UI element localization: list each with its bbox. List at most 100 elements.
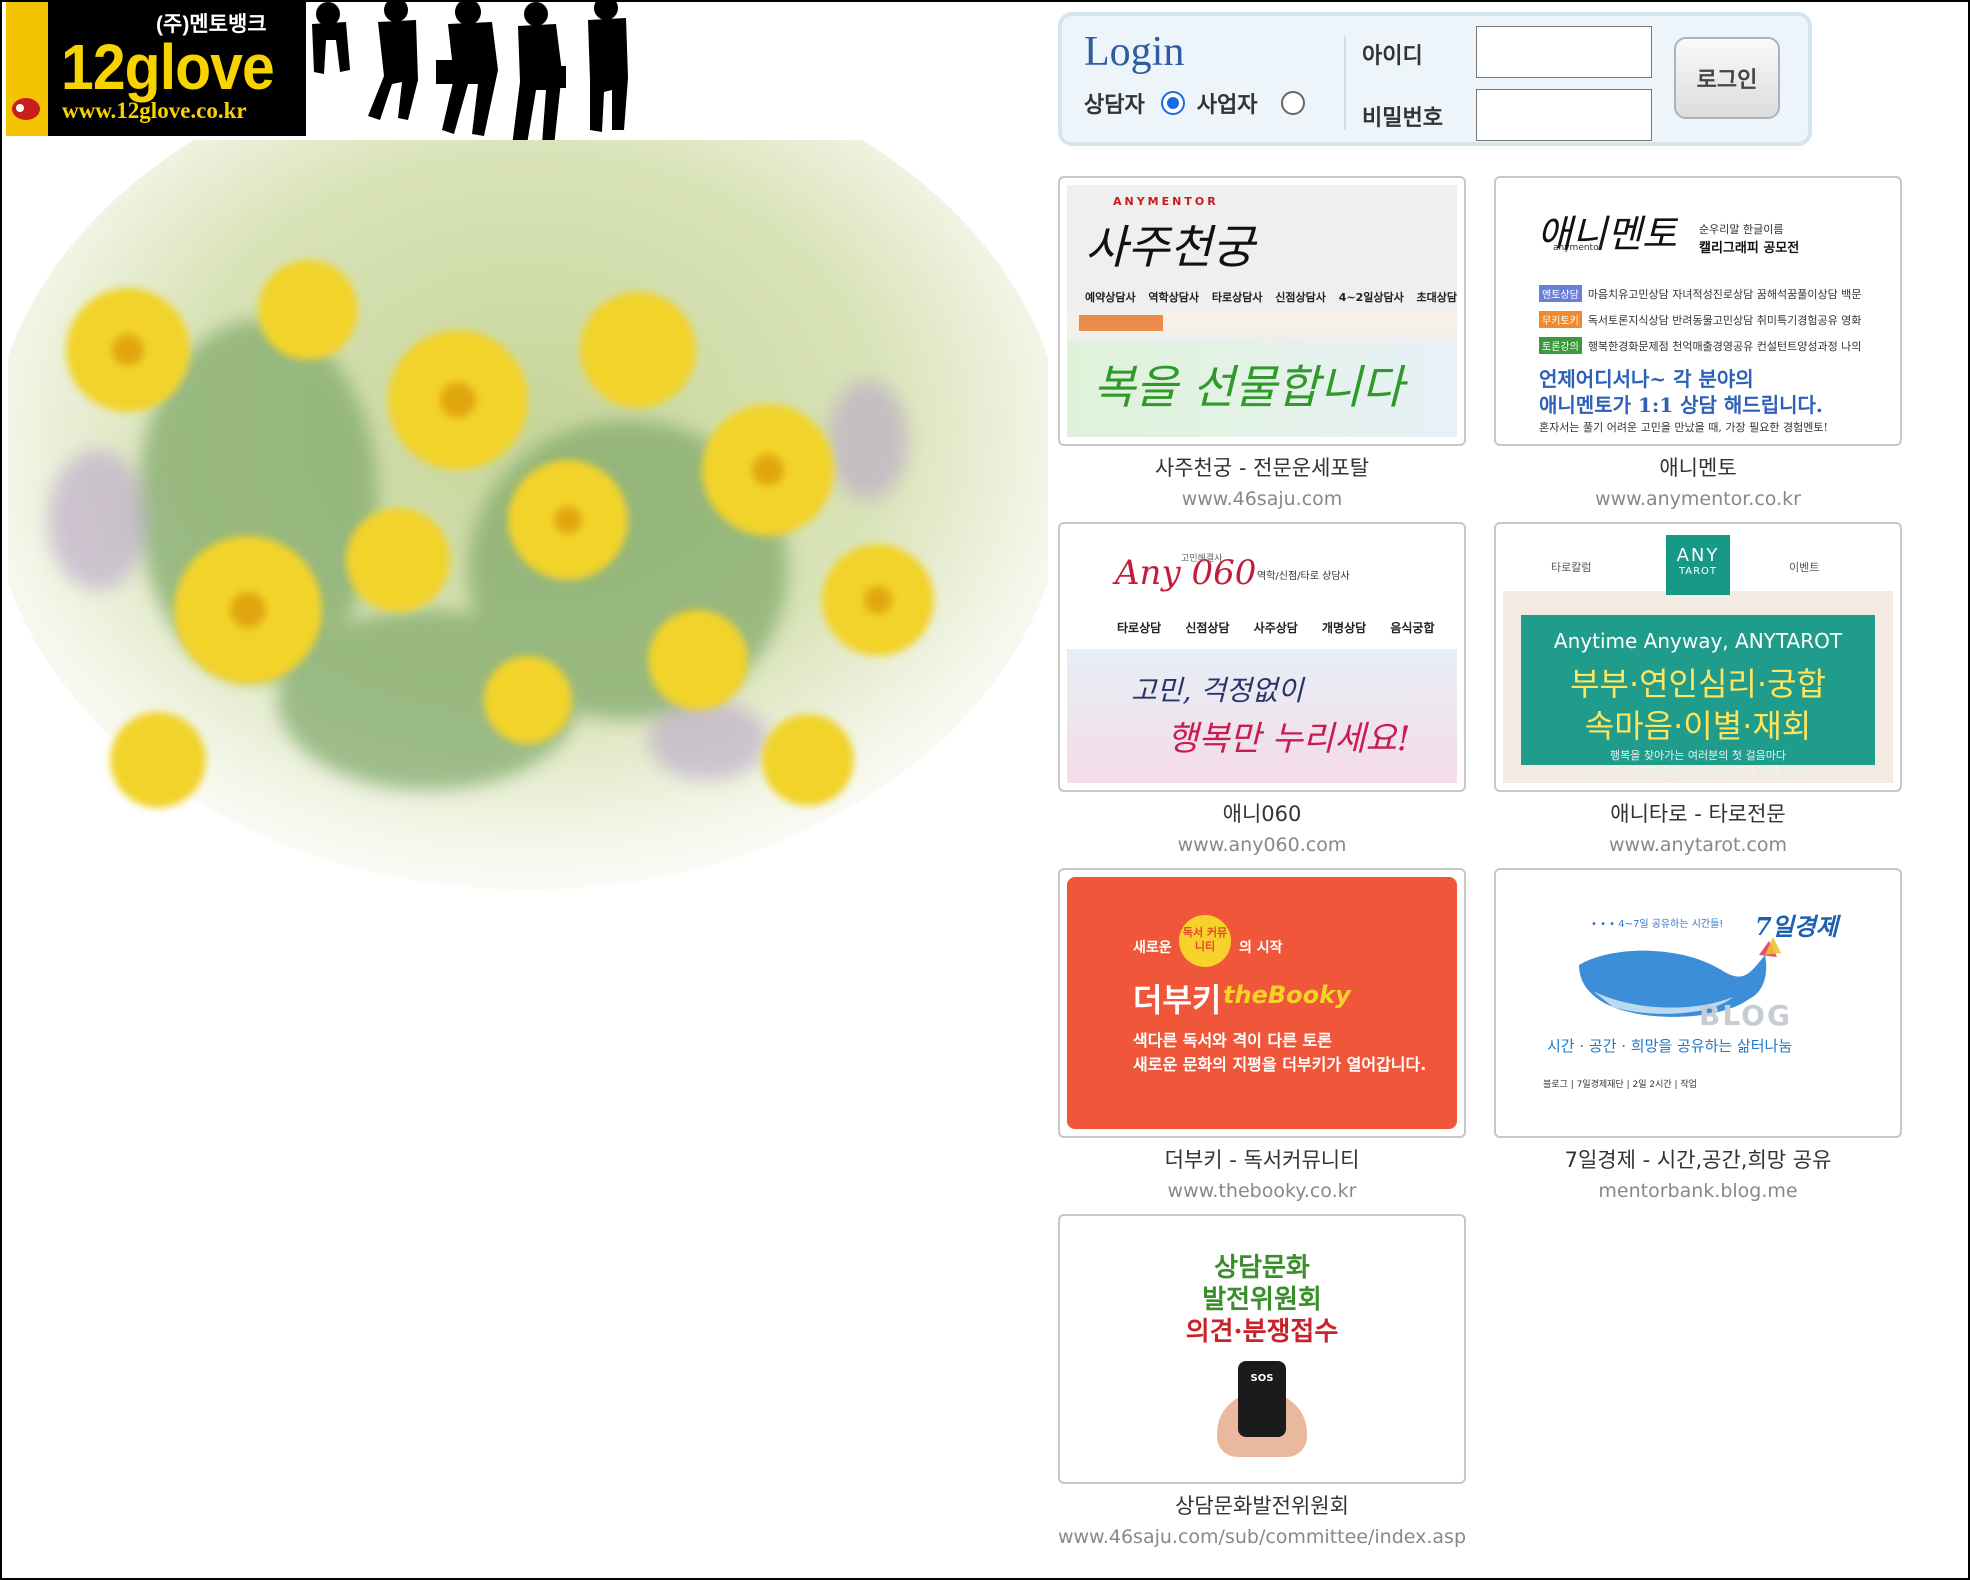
7day-economy-thumbnail: • • • 4~7일 공유하는 시간들! 7일경제 BLOG 시간 · 공간 ·… [1503, 877, 1893, 1129]
anymentor-row: 멘토상담 마음치유고민상담 자녀적성진로상담 꿈해석꿈풀이상담 백문 [1539, 285, 1861, 302]
any060-logo-sub: 고민해결사 [1181, 554, 1223, 564]
role-selector: 상담자 사업자 [1084, 86, 1317, 120]
anytarot-logo: ANY TAROT [1666, 535, 1730, 595]
committee-thumbnail: 상담문화 발전위원회 의견·분쟁접수 SOS [1067, 1223, 1457, 1475]
anytarot-nav-right: 이벤트 [1789, 561, 1820, 574]
ladybug-icon [12, 98, 40, 120]
site-title[interactable]: 애니060 [1058, 798, 1466, 828]
site-title[interactable]: 상담문화발전위원회 [1040, 1490, 1484, 1520]
site-title[interactable]: 애니타로 - 타로전문 [1494, 798, 1902, 828]
site-url[interactable]: www.thebooky.co.kr [1058, 1180, 1466, 1202]
anymentor-row-text: 행복한경화문제점 천억매출경영공유 컨설턴트양성과정 나의 [1587, 340, 1862, 353]
site-card-any060[interactable]: Any 060 고민해결사 역학/신점/타로 상담사 타로상담 신점상담 사주상… [1058, 522, 1466, 792]
yellow-flowers-image [8, 140, 1048, 890]
anymentor-headline-2: 애니멘토가 1:1 상담 해드립니다. [1539, 393, 1823, 417]
site-caption-anytarot[interactable]: 애니타로 - 타로전문 www.anytarot.com [1494, 798, 1902, 856]
password-input[interactable] [1476, 89, 1652, 141]
anytarot-line-2: 속마음·이별·재회 [1584, 707, 1812, 745]
site-title[interactable]: 7일경제 - 시간,공간,희망 공유 [1494, 1144, 1902, 1174]
site-caption-thebooky[interactable]: 더부키 - 독서커뮤니티 www.thebooky.co.kr [1058, 1144, 1466, 1202]
site-caption-committee[interactable]: 상담문화발전위원회 www.46saju.com/sub/committee/i… [1040, 1490, 1484, 1548]
site-card-anytarot[interactable]: 타로칼럼 이벤트 ANY TAROT Anytime Anyway, ANYTA… [1494, 522, 1902, 792]
anymentor-promo-1: 순우리말 한글이름 [1699, 223, 1784, 236]
id-label: 아이디 [1362, 43, 1423, 69]
site-url[interactable]: mentorbank.blog.me [1494, 1180, 1902, 1202]
site-url[interactable]: www.46saju.com/sub/committee/index.asp [1040, 1526, 1484, 1548]
anytarot-line-1: 부부·연인심리·궁합 [1570, 665, 1826, 703]
role-counselor-label: 상담자 [1084, 92, 1145, 118]
saju-thumbnail: ANYMENTOR 사주천궁 예약상담사 역학상담사 타로상담사 신점상담사 4… [1067, 185, 1457, 437]
login-divider [1344, 36, 1346, 130]
7day-economy-blog: BLOG [1699, 999, 1792, 1032]
logo-url: www.12glove.co.kr [62, 98, 247, 123]
anymentor-promo-2: 캘리그래피 공모전 [1699, 241, 1800, 256]
anytarot-heading: Anytime Anyway, ANYTAROT [1553, 629, 1843, 653]
site-caption-anymentor[interactable]: 애니멘토 www.anymentor.co.kr [1494, 452, 1902, 510]
site-caption-any060[interactable]: 애니060 www.any060.com [1058, 798, 1466, 856]
saju-logo: 사주천궁 [1085, 220, 1255, 274]
anytarot-thumbnail: 타로칼럼 이벤트 ANY TAROT Anytime Anyway, ANYTA… [1503, 531, 1893, 783]
anymentor-row: 무키토키 독서토론지식상담 반려동물고민상담 취미특기경험공유 영화 [1539, 311, 1861, 328]
thebooky-thumbnail: 새로운 독서 커뮤니티 의 시작 더부키 theBooky 색다른 독서와 격이… [1067, 877, 1457, 1129]
site-card-committee[interactable]: 상담문화 발전위원회 의견·분쟁접수 SOS [1058, 1214, 1466, 1484]
role-counselor-radio[interactable] [1160, 91, 1185, 115]
any060-nav: 타로상담 신점상담 사주상담 개명상담 음식궁합 [1117, 621, 1435, 635]
anytarot-foot-2: 진심 어린 지혜와 힐링으로 애니타로가 함께 합니다. [1579, 765, 1817, 778]
anymentor-row: 토론강의 행복한경화문제점 천억매출경영공유 컨설턴트양성과정 나의 [1539, 337, 1861, 354]
anytarot-logo-line-1: ANY [1676, 545, 1720, 566]
site-url[interactable]: www.any060.com [1058, 834, 1466, 856]
login-button[interactable]: 로그인 [1674, 37, 1780, 119]
7day-economy-footer: 블로그 | 7일경제재단 | 2일 2시간 | 작업 [1543, 1080, 1697, 1090]
site-card-anymentor[interactable]: 애니멘토 anymentor 순우리말 한글이름 캘리그래피 공모전 멘토상담 마… [1494, 176, 1902, 446]
login-title: Login [1084, 29, 1185, 75]
anytarot-nav-left: 타로칼럼 [1551, 561, 1592, 574]
site-caption-saju[interactable]: 사주천궁 - 전문운세포탈 www.46saju.com [1058, 452, 1466, 510]
id-input[interactable] [1476, 26, 1652, 78]
site-caption-7day-economy[interactable]: 7일경제 - 시간,공간,희망 공유 mentorbank.blog.me [1494, 1144, 1902, 1202]
site-title[interactable]: 더부키 - 독서커뮤니티 [1058, 1144, 1466, 1174]
any060-banner-text-1: 고민, 걱정없이 [1131, 674, 1304, 707]
login-panel: Login 상담자 사업자 아이디 비밀번호 로그인 [1058, 12, 1812, 146]
role-business-label: 사업자 [1196, 92, 1258, 118]
thebooky-pre: 새로운 [1133, 940, 1172, 956]
site-card-thebooky[interactable]: 새로운 독서 커뮤니티 의 시작 더부키 theBooky 색다른 독서와 격이… [1058, 868, 1466, 1138]
anymentor-row-tag: 무키토키 [1539, 311, 1582, 328]
site-title[interactable]: 애니멘토 [1494, 452, 1902, 482]
saju-nav: 예약상담사 역학상담사 타로상담사 신점상담사 4~2일상담사 초대상담사 [1085, 291, 1457, 304]
any060-promo: 역학/신점/타로 상담사 [1257, 571, 1350, 582]
site-card-7day-economy[interactable]: • • • 4~7일 공유하는 시간들! 7일경제 BLOG 시간 · 공간 ·… [1494, 868, 1902, 1138]
thebooky-line-1: 색다른 독서와 격이 다른 토론 [1133, 1031, 1332, 1050]
committee-line-3: 의견·분쟁접수 [1185, 1317, 1339, 1347]
thebooky-badge: 독서 커뮤니티 [1179, 915, 1231, 967]
anymentor-logo-sub: anymentor [1553, 243, 1603, 253]
7day-economy-tagline: 시간 · 공간 · 희망을 공유하는 삶터나눔 [1547, 1037, 1793, 1055]
anymentor-row-tag: 멘토상담 [1539, 285, 1582, 302]
role-business-radio[interactable] [1281, 91, 1306, 115]
anytarot-foot-1: 행복을 찾아가는 여러분의 첫 걸음마다 [1610, 749, 1786, 762]
password-label: 비밀번호 [1362, 105, 1443, 131]
anymentor-row-text: 독서토론지식상담 반려동물고민상담 취미특기경험공유 영화 [1587, 314, 1862, 327]
site-logo[interactable]: (주)멘토뱅크 12glove www.12glove.co.kr [6, 2, 306, 136]
saju-banner-text: 복을 선물합니다 [1093, 360, 1404, 414]
anymentor-footer: 혼자서는 풀기 어려운 고민을 만났을 때, 가장 필요한 경험멘토! [1539, 421, 1828, 434]
site-url[interactable]: www.anymentor.co.kr [1494, 488, 1902, 510]
anymentor-thumbnail: 애니멘토 anymentor 순우리말 한글이름 캘리그래피 공모전 멘토상담 마… [1503, 185, 1893, 437]
thebooky-post: 의 시작 [1239, 940, 1283, 956]
anymentor-headline-1: 언제어디서나~ 각 분야의 [1539, 367, 1754, 391]
sos-label: SOS [1250, 1373, 1274, 1384]
7day-economy-dots: • • • 4~7일 공유하는 시간들! [1591, 919, 1724, 930]
anymentor-row-text: 마음치유고민상담 자녀적성진로상담 꿈해석꿈풀이상담 백문 [1587, 288, 1862, 301]
thebooky-line-2: 새로운 문화의 지평을 더부키가 열어갑니다. [1133, 1055, 1427, 1074]
site-url[interactable]: www.46saju.com [1058, 488, 1466, 510]
saju-logo-en: ANYMENTOR [1113, 195, 1219, 208]
site-title[interactable]: 사주천궁 - 전문운세포탈 [1058, 452, 1466, 482]
anymentor-row-tag: 토론강의 [1539, 337, 1582, 354]
any060-banner-text-2: 행복만 누리세요! [1167, 719, 1411, 759]
any060-thumbnail: Any 060 고민해결사 역학/신점/타로 상담사 타로상담 신점상담 사주상… [1067, 531, 1457, 783]
logo-brand-name: 12glove [61, 31, 275, 103]
site-url[interactable]: www.anytarot.com [1494, 834, 1902, 856]
saju-subnav-pill [1079, 315, 1163, 331]
anytarot-logo-line-2: TAROT [1678, 566, 1718, 577]
site-card-saju[interactable]: ANYMENTOR 사주천궁 예약상담사 역학상담사 타로상담사 신점상담사 4… [1058, 176, 1466, 446]
thebooky-brand: 더부키 [1133, 981, 1222, 1019]
